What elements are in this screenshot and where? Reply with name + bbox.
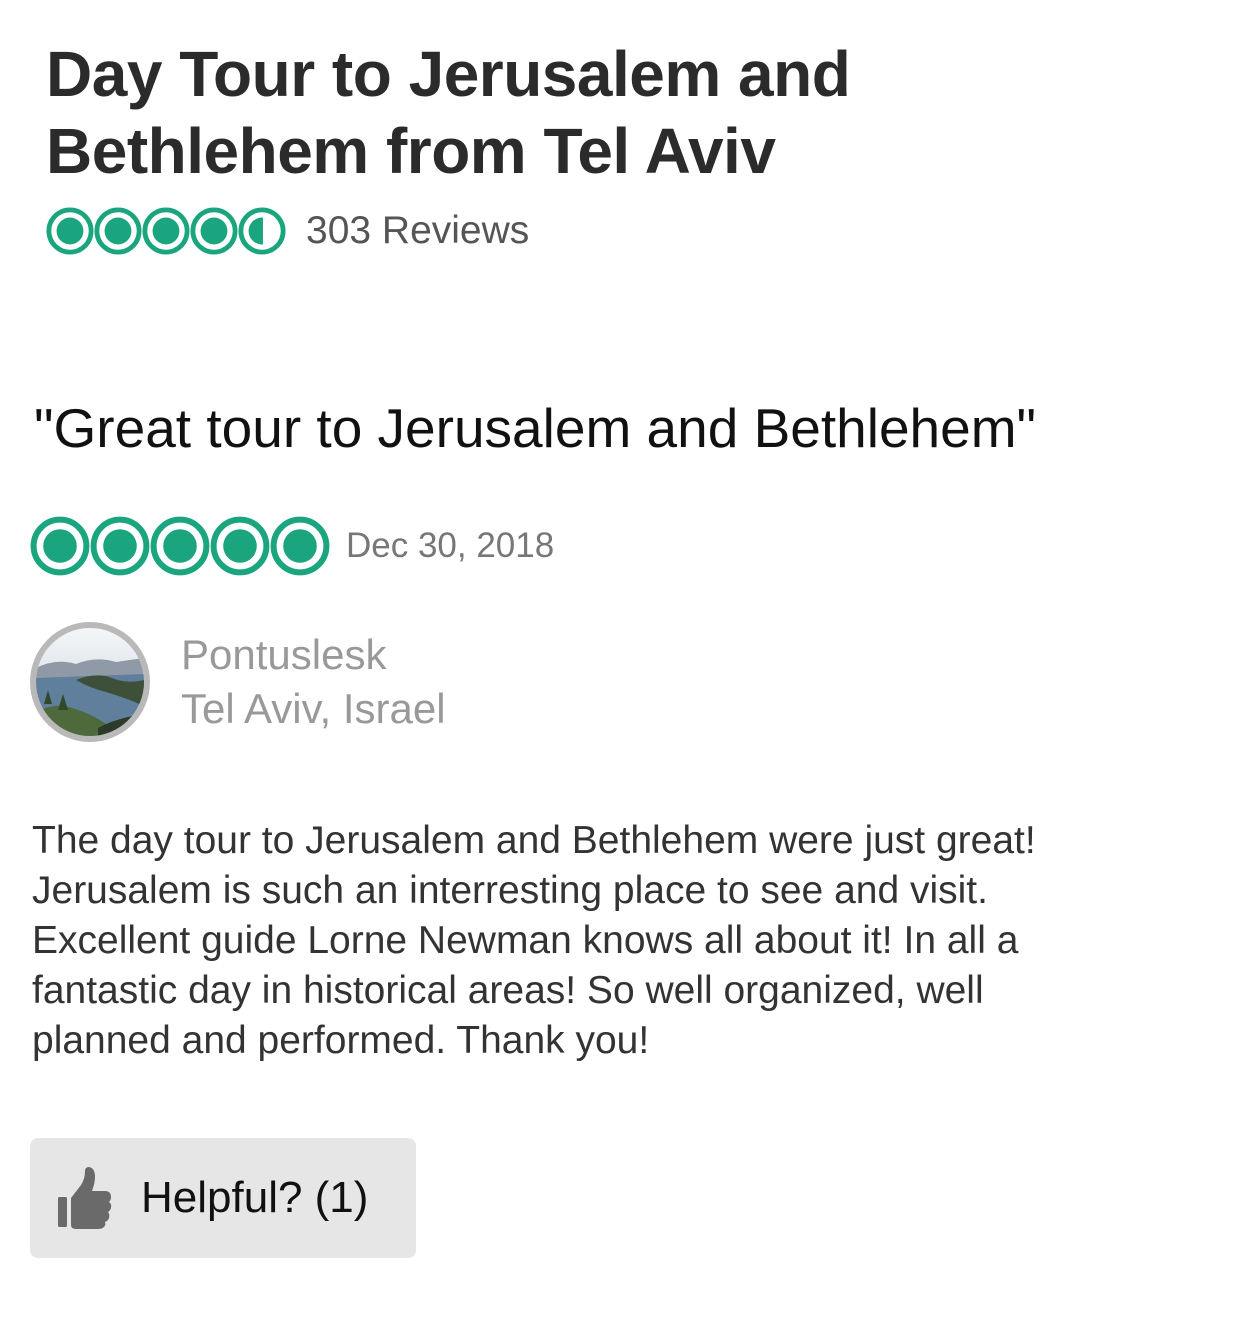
- review-body: The day tour to Jerusalem and Bethlehem …: [32, 816, 1212, 1066]
- full-bubble-icon: [210, 516, 270, 576]
- full-bubble-icon: [46, 207, 94, 255]
- review-title: "Great tour to Jerusalem and Bethlehem": [34, 397, 1037, 459]
- review-body-line: The day tour to Jerusalem and Bethlehem …: [32, 819, 1036, 862]
- author-location: Tel Aviv, Israel: [181, 685, 446, 732]
- review-rating-row: Dec 30, 2018: [30, 516, 554, 576]
- author-info: Pontuslesk Tel Aviv, Israel: [181, 628, 446, 736]
- review-body-line: Excellent guide Lorne Newman knows all a…: [32, 919, 1019, 962]
- full-bubble-icon: [94, 207, 142, 255]
- helpful-label: Helpful? (1): [141, 1173, 369, 1222]
- review-rating-bubbles: [30, 516, 330, 576]
- helpful-button[interactable]: Helpful? (1): [30, 1138, 416, 1258]
- full-bubble-icon: [190, 207, 238, 255]
- product-title: Day Tour to Jerusalem and Bethlehem from…: [46, 36, 1146, 190]
- full-bubble-icon: [270, 516, 330, 576]
- product-rating-bubbles: [46, 207, 286, 255]
- full-bubble-icon: [150, 516, 210, 576]
- full-bubble-icon: [142, 207, 190, 255]
- half-bubble-icon: [238, 207, 286, 255]
- review-author[interactable]: Pontuslesk Tel Aviv, Israel: [30, 622, 446, 742]
- author-name[interactable]: Pontuslesk: [181, 628, 446, 682]
- review-date: Dec 30, 2018: [346, 526, 555, 565]
- full-bubble-icon: [30, 516, 90, 576]
- product-title-line: Day Tour to Jerusalem and: [46, 38, 851, 110]
- product-rating-row[interactable]: 303 Reviews: [46, 206, 529, 256]
- review-body-line: planned and performed. Thank you!: [32, 1019, 650, 1062]
- thumbs-up-icon: [58, 1167, 112, 1229]
- avatar[interactable]: [30, 622, 150, 742]
- lake-landscape-avatar-icon: [36, 628, 144, 736]
- review-body-line: Jerusalem is such an interresting place …: [32, 869, 988, 912]
- reviews-count-link[interactable]: 303 Reviews: [306, 209, 529, 253]
- product-title-line: Bethlehem from Tel Aviv: [46, 115, 776, 187]
- full-bubble-icon: [90, 516, 150, 576]
- review-body-line: fantastic day in historical areas! So we…: [32, 969, 984, 1012]
